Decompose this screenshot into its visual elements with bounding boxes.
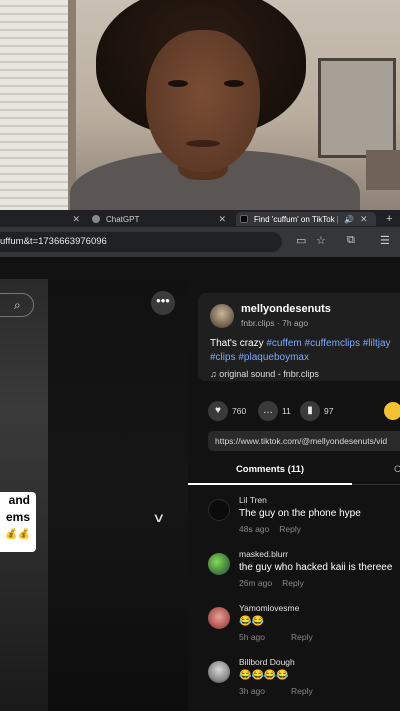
comment-text: The guy on the phone hype [239,508,361,519]
save-count: 97 [324,406,334,416]
music-note-icon: ♫ [210,369,220,379]
search-icon[interactable]: ⌕ [14,298,21,313]
cast-icon[interactable]: ▭ [296,234,306,247]
comment-time: 3h ago [239,686,265,696]
author-subline: fnbr.clips · 7h ago [241,318,309,328]
comment-text: the guy who hacked kaii is thereee [239,562,393,573]
browser-tab-1[interactable]: ✕ [0,212,84,226]
page-top-gap [0,257,400,279]
comment-time: 48s ago [239,524,270,534]
comment-meta: 5h ago Reply [239,632,313,642]
comment-text: 😂😂😂😂 [239,670,289,681]
more-horizontal-icon: ••• [156,293,170,308]
hashtag[interactable]: #liltjay [363,338,391,349]
chevron-down-icon[interactable]: ∨ [152,510,165,526]
comment-item: Yamomlovesme 😂😂 5h ago Reply [188,603,400,657]
comment-bubble-icon[interactable]: … [258,401,278,421]
left-blurred-video: ⌕ and ems 💰💰 [0,279,48,711]
webcam-overlay [0,0,400,213]
tab-audio-icon[interactable]: 🔊 [344,215,354,224]
browser-tab-tiktok[interactable]: Find 'cuffum' on TikTok | 🔊 ✕ [236,212,376,226]
commenter-avatar[interactable] [208,661,230,683]
window-blinds [0,0,76,213]
more-options-button[interactable]: ••• [151,291,175,315]
commenter-avatar[interactable] [208,553,230,575]
like-count: 760 [232,406,247,416]
tiktok-favicon-icon [240,215,248,223]
bookmark-star-icon[interactable]: ☆ [316,234,326,247]
caption-line: and [8,493,30,507]
description-text: That's crazy [210,338,264,349]
streamer-face [146,30,260,172]
post-description: That's crazy #cuffem #cuffemclips #liltj… [210,337,400,365]
tab-label: ChatGPT [106,214,140,224]
close-tab-icon[interactable]: ✕ [218,214,226,225]
comment-meta: 3h ago Reply [239,686,313,696]
comment-item: Lil Tren The guy on the phone hype 48s a… [188,495,400,549]
hashtag[interactable]: #cuffemclips [305,338,360,349]
comment-meta: 26m ago Reply [239,578,304,588]
tab-label: Find 'cuffum' on TikTok | [254,214,338,224]
browser-toolbar: uffum&t=1736663976096 ▭ ☆ ⧉ ☰ [0,227,400,257]
like-heart-icon[interactable]: ♥ [208,401,228,421]
hashtag[interactable]: #cuffem [266,338,301,349]
commenter-avatar[interactable] [208,607,230,629]
new-tab-button[interactable]: + [382,212,396,226]
bookmark-icon[interactable]: ▮ [300,401,320,421]
extensions-icon[interactable]: ⧉ [347,234,355,247]
reply-button[interactable]: Reply [291,632,313,642]
copy-link-field[interactable]: https://www.tiktok.com/@mellyondesenuts/… [208,431,400,451]
action-bar: ♥ 760 … 11 ▮ 97 [208,401,400,423]
commenter-name[interactable]: Billbord Dough [239,657,295,667]
tab-creator-videos[interactable]: C [394,457,400,483]
reply-button[interactable]: Reply [282,578,304,588]
streamer-mouth [186,140,220,147]
streamer-eye-left [168,80,188,87]
comment-time: 26m ago [239,578,273,588]
author-avatar[interactable] [210,304,234,328]
caption-line: 💰💰 [5,529,30,540]
video-caption-box: and ems 💰💰 [0,492,36,552]
close-tab-icon[interactable]: ✕ [360,214,368,225]
caption-line: ems [5,510,30,524]
comment-count: 11 [282,406,291,416]
address-text[interactable]: uffum&t=1736663976096 [0,236,107,247]
comment-time: 5h ago [239,632,265,642]
share-coin-icon[interactable] [384,402,400,420]
commenter-name[interactable]: Lil Tren [239,495,267,505]
sound-label: original sound - fnbr.clips [219,369,319,379]
author-username[interactable]: mellyondesenuts [241,303,331,315]
browser-tab-bar: ✕ ChatGPT ✕ Find 'cuffum' on TikTok | 🔊 … [0,210,400,227]
commenter-avatar[interactable] [208,499,230,521]
video-player[interactable] [48,279,188,711]
wall-picture-frame [318,58,396,158]
tab-comments[interactable]: Comments (11) [188,457,352,485]
address-bar[interactable]: uffum&t=1736663976096 [0,232,282,252]
comment-item: Billbord Dough 😂😂😂😂 3h ago Reply [188,657,400,711]
comment-item: masked.blurr the guy who hacked kaii is … [188,549,400,603]
close-tab-icon[interactable]: ✕ [72,214,80,225]
commenter-name[interactable]: masked.blurr [239,549,288,559]
browser-tab-chatgpt[interactable]: ChatGPT ✕ [88,212,230,226]
comment-meta: 48s ago Reply [239,524,301,534]
hashtag[interactable]: #plaqueboymax [238,352,309,363]
comments-tab-row: Comments (11) C [188,457,400,485]
commenter-name[interactable]: Yamomlovesme [239,603,299,613]
chatgpt-favicon-icon [92,215,100,223]
shelf [366,150,400,190]
reading-list-icon[interactable]: ☰ [380,234,390,247]
details-panel: mellyondesenuts fnbr.clips · 7h ago That… [188,279,400,711]
hashtag[interactable]: #clips [210,352,236,363]
reply-button[interactable]: Reply [279,524,301,534]
original-sound-link[interactable]: ♫ original sound - fnbr.clips [210,369,319,379]
reply-button[interactable]: Reply [291,686,313,696]
comment-text: 😂😂 [239,616,264,627]
streamer-eye-right [224,80,244,87]
